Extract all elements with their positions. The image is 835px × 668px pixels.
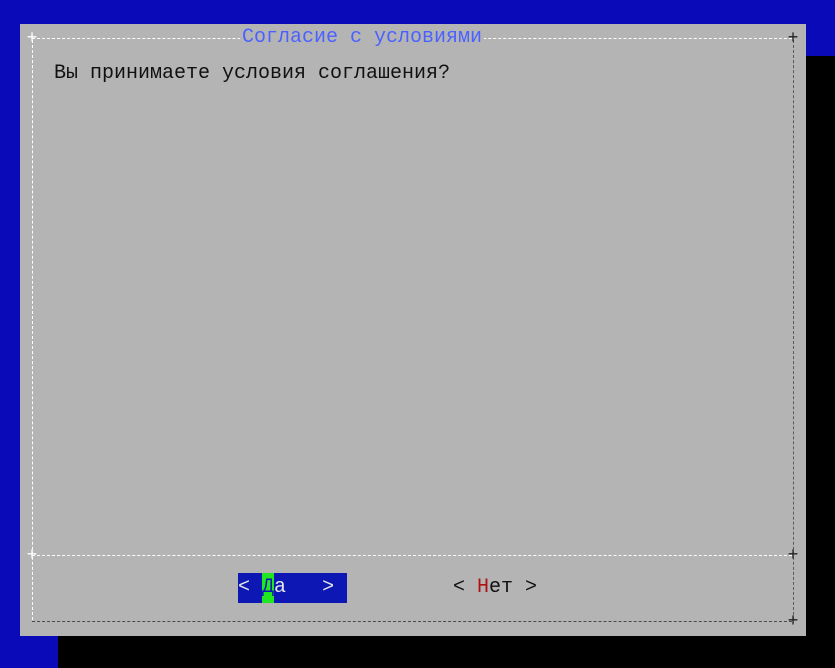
agreement-dialog: + + + + + Согласие с условиями Вы приним… (20, 24, 806, 636)
dialog-bottom-border (32, 621, 792, 622)
yes-button-hotkey: Д (262, 573, 275, 603)
no-button-close-bracket: > (513, 576, 538, 599)
corner-top-left: + (26, 29, 38, 49)
junction-right: + (787, 546, 799, 566)
dialog-title: Согласие с условиями (240, 26, 485, 49)
terminal-screen: + + + + + Согласие с условиями Вы приним… (0, 0, 835, 668)
no-button[interactable]: < Нет > (453, 573, 537, 603)
dialog-left-border (32, 40, 33, 620)
junction-left: + (26, 546, 38, 566)
yes-button-close-bracket: > (322, 576, 335, 599)
yes-button-label-rest: а (274, 576, 287, 599)
no-button-hotkey: Н (477, 576, 490, 599)
corner-top-right: + (787, 29, 799, 49)
corner-bottom-right: + (787, 612, 799, 632)
no-button-label-rest: ет (489, 576, 514, 599)
dialog-right-border (793, 40, 794, 620)
no-button-open-bracket: < (453, 576, 478, 599)
dialog-question: Вы принимаете условия соглашения? (54, 62, 451, 85)
button-area-separator (32, 555, 792, 556)
yes-button-open-bracket: < (238, 576, 263, 599)
yes-button[interactable]: < Да > (238, 573, 347, 603)
yes-button-gap (286, 576, 322, 599)
